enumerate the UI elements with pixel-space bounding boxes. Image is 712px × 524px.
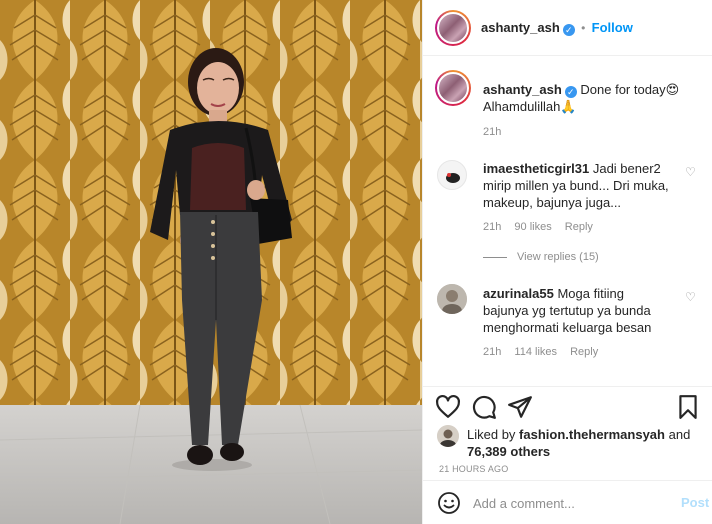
comment-1-likes[interactable]: 90 likes (514, 221, 551, 233)
comment-avatar-image (446, 173, 460, 183)
view-replies-line (483, 256, 507, 258)
comment-icon[interactable] (471, 394, 497, 420)
comment-1-username[interactable]: imaestheticgirl31 (483, 161, 589, 176)
comment-avatar-image (437, 284, 467, 314)
liked-by-prefix: Liked by (467, 427, 516, 442)
liker-avatar-image (437, 425, 459, 447)
bookmark-icon[interactable] (675, 394, 701, 420)
comment-2-line3: menghormati keluarga besan (483, 320, 652, 335)
comment-avatar[interactable] (437, 160, 467, 190)
post-comment-button[interactable]: Post (681, 495, 709, 510)
comment-input[interactable] (473, 494, 663, 512)
smiley-icon[interactable] (437, 491, 461, 515)
liker-username[interactable]: fashion.thehermansyah (519, 427, 665, 442)
header-username[interactable]: ashanty_ash (481, 20, 560, 35)
header-user-line: ashanty_ash ✓ • Follow (481, 20, 633, 36)
comment-2-time: 21h (483, 346, 502, 358)
add-comment-bar: Post (423, 480, 712, 524)
comment-2-line2: bajunya yg tertutup ya bunda (483, 303, 651, 318)
comment-2: azurinala55 Moga fitiing bajunya yg tert… (483, 285, 695, 336)
likes-summary: Liked by fashion.thehermansyah and 76,38… (467, 426, 707, 460)
verified-badge-icon: ✓ (564, 86, 577, 98)
comment-1: imaestheticgirl31 Jadi bener2 mirip mill… (483, 160, 695, 211)
paper-plane-icon[interactable] (507, 394, 533, 420)
post-header: ashanty_ash ✓ • Follow (423, 0, 712, 56)
instagram-post: ashanty_ash ✓ • Follow ashanty_ash ✓ Done … (0, 0, 712, 524)
likes-and: and (668, 427, 691, 442)
comment-1-like-icon[interactable]: ♡ (685, 166, 696, 178)
comments-area: ashanty_ash ✓ Done for today😍 Alhamdulill… (423, 57, 712, 386)
comment-2-meta: 21h 114 likes Reply (483, 346, 598, 358)
caption-avatar[interactable] (435, 70, 471, 106)
comment-2-likes[interactable]: 114 likes (514, 346, 557, 358)
comment-1-line1: Jadi bener2 (592, 161, 661, 176)
caption-text-line2: Alhamdulillah🙏 (483, 99, 577, 114)
avatar[interactable] (435, 10, 471, 46)
view-replies-label: View replies (15) (517, 251, 599, 263)
liker-avatar[interactable] (437, 425, 459, 447)
comment-2-username[interactable]: azurinala55 (483, 286, 554, 301)
caption-time: 21h (483, 126, 502, 138)
post-timestamp: 21 HOURS AGO (439, 464, 509, 474)
caption-username[interactable]: ashanty_ash (483, 82, 562, 97)
comment-avatar[interactable] (437, 284, 467, 314)
comment-1-meta: 21h 90 likes Reply (483, 221, 593, 233)
header-separator: • (581, 21, 586, 35)
likes-others[interactable]: 76,389 others (467, 444, 550, 459)
comment-1-time: 21h (483, 221, 502, 233)
view-replies-button[interactable]: View replies (15) (483, 251, 599, 263)
caption-avatar-image (437, 72, 469, 104)
comment-2-reply-button[interactable]: Reply (570, 346, 598, 358)
post-photo[interactable] (0, 0, 422, 524)
photo-illustration (0, 0, 422, 524)
comment-2-line1: Moga fitiing (557, 286, 624, 301)
caption-text-line1: Done for today😍 (580, 82, 680, 97)
comment-1-line2: mirip millen ya bund... Dri muka, (483, 178, 669, 193)
comment-1-line3: makeup, bajunya juga... (483, 195, 622, 210)
comment-2-like-icon[interactable]: ♡ (685, 291, 696, 303)
caption: ashanty_ash ✓ Done for today😍 Alhamdulill… (483, 81, 703, 115)
avatar-image (437, 12, 469, 44)
post-sidebar: ashanty_ash ✓ • Follow ashanty_ash ✓ Done … (422, 0, 712, 524)
verified-badge-icon: ✓ (562, 24, 575, 36)
comment-1-reply-button[interactable]: Reply (565, 221, 593, 233)
heart-icon[interactable] (435, 394, 461, 420)
follow-button[interactable]: Follow (592, 20, 633, 35)
